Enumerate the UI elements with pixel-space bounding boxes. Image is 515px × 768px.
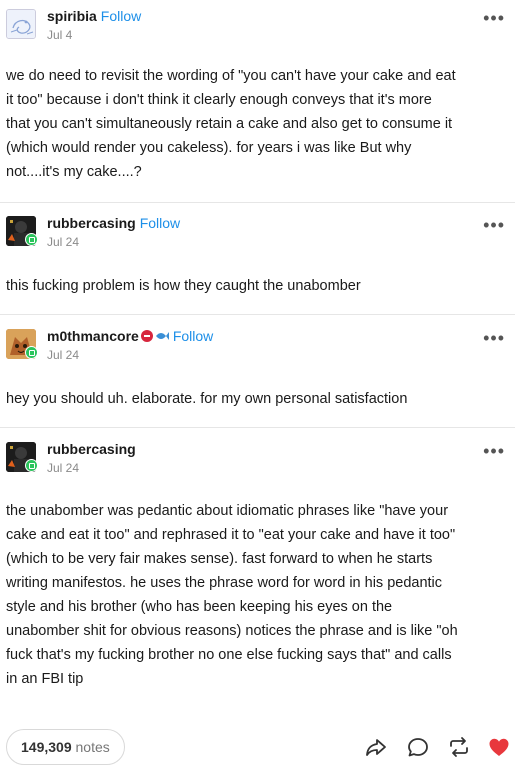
- text-line: not....it's my cake....?: [6, 164, 142, 180]
- username[interactable]: rubbercasing Follow: [47, 215, 180, 231]
- post-date[interactable]: Jul 24: [47, 461, 79, 475]
- post-header: rubbercasing Follow Jul 24 •••: [0, 207, 515, 255]
- divider: [0, 427, 515, 428]
- like-icon[interactable]: [487, 735, 511, 759]
- text-line: unabomber shit for obvious reasons) noti…: [6, 623, 458, 639]
- post-date[interactable]: Jul 24: [47, 235, 79, 249]
- reply-icon[interactable]: [406, 735, 430, 759]
- post-date[interactable]: Jul 24: [47, 348, 79, 362]
- follow-button[interactable]: Follow: [140, 215, 180, 231]
- post-body: this fucking problem is how they caught …: [6, 274, 511, 298]
- divider: [0, 314, 515, 315]
- share-icon[interactable]: [364, 735, 388, 759]
- post-header: spiribia Follow Jul 4 •••: [0, 0, 515, 48]
- avatar[interactable]: [6, 9, 36, 39]
- red-badge-icon: [140, 330, 153, 343]
- text-line: fuck that's my fucking brother no one el…: [6, 647, 452, 663]
- text-line: hey you should uh. elaborate. for my own…: [6, 391, 408, 407]
- post-date[interactable]: Jul 4: [47, 28, 72, 42]
- username[interactable]: m0thmancore Follow: [47, 328, 213, 344]
- more-options-icon[interactable]: •••: [483, 9, 505, 27]
- online-status-icon: [25, 459, 38, 472]
- username[interactable]: rubbercasing: [47, 441, 136, 457]
- more-options-icon[interactable]: •••: [483, 442, 505, 460]
- text-line: cake and eat it too" and rephrased it to…: [6, 527, 456, 543]
- divider: [0, 202, 515, 203]
- post-body: hey you should uh. elaborate. for my own…: [6, 387, 511, 411]
- text-line: style and his brother (who has been keep…: [6, 599, 393, 615]
- text-line: this fucking problem is how they caught …: [6, 278, 361, 294]
- text-line: that you can't simultaneously retain a c…: [6, 116, 453, 132]
- notes-label: notes: [75, 739, 110, 755]
- online-status-icon: [25, 233, 38, 246]
- follow-button[interactable]: Follow: [101, 8, 141, 24]
- online-status-icon: [25, 346, 38, 359]
- fish-badge-icon: [155, 332, 169, 341]
- more-options-icon[interactable]: •••: [483, 216, 505, 234]
- more-options-icon[interactable]: •••: [483, 329, 505, 347]
- text-line: in an FBI tip: [6, 671, 84, 687]
- text-line: (which to be very fair makes sense). fas…: [6, 551, 433, 567]
- text-line: (which would render you cakeless). for y…: [6, 140, 412, 156]
- text-line: we do need to revisit the wording of "yo…: [6, 68, 456, 84]
- text-line: it too" because i don't think it clearly…: [6, 92, 432, 108]
- text-line: the unabomber was pedantic about idiomat…: [6, 503, 449, 519]
- post-body: we do need to revisit the wording of "yo…: [6, 64, 511, 184]
- post-header: rubbercasing Jul 24 •••: [0, 433, 515, 481]
- post-header: m0thmancore Follow Jul 24 •••: [0, 320, 515, 368]
- post-body: the unabomber was pedantic about idiomat…: [6, 499, 511, 691]
- text-line: writing manifestos. he uses the phrase w…: [6, 575, 443, 591]
- username[interactable]: spiribia Follow: [47, 8, 141, 24]
- notes-count: 149,309: [21, 739, 72, 755]
- reblog-icon[interactable]: [447, 735, 471, 759]
- notes-count-button[interactable]: 149,309 notes: [6, 729, 125, 765]
- follow-button[interactable]: Follow: [173, 328, 213, 344]
